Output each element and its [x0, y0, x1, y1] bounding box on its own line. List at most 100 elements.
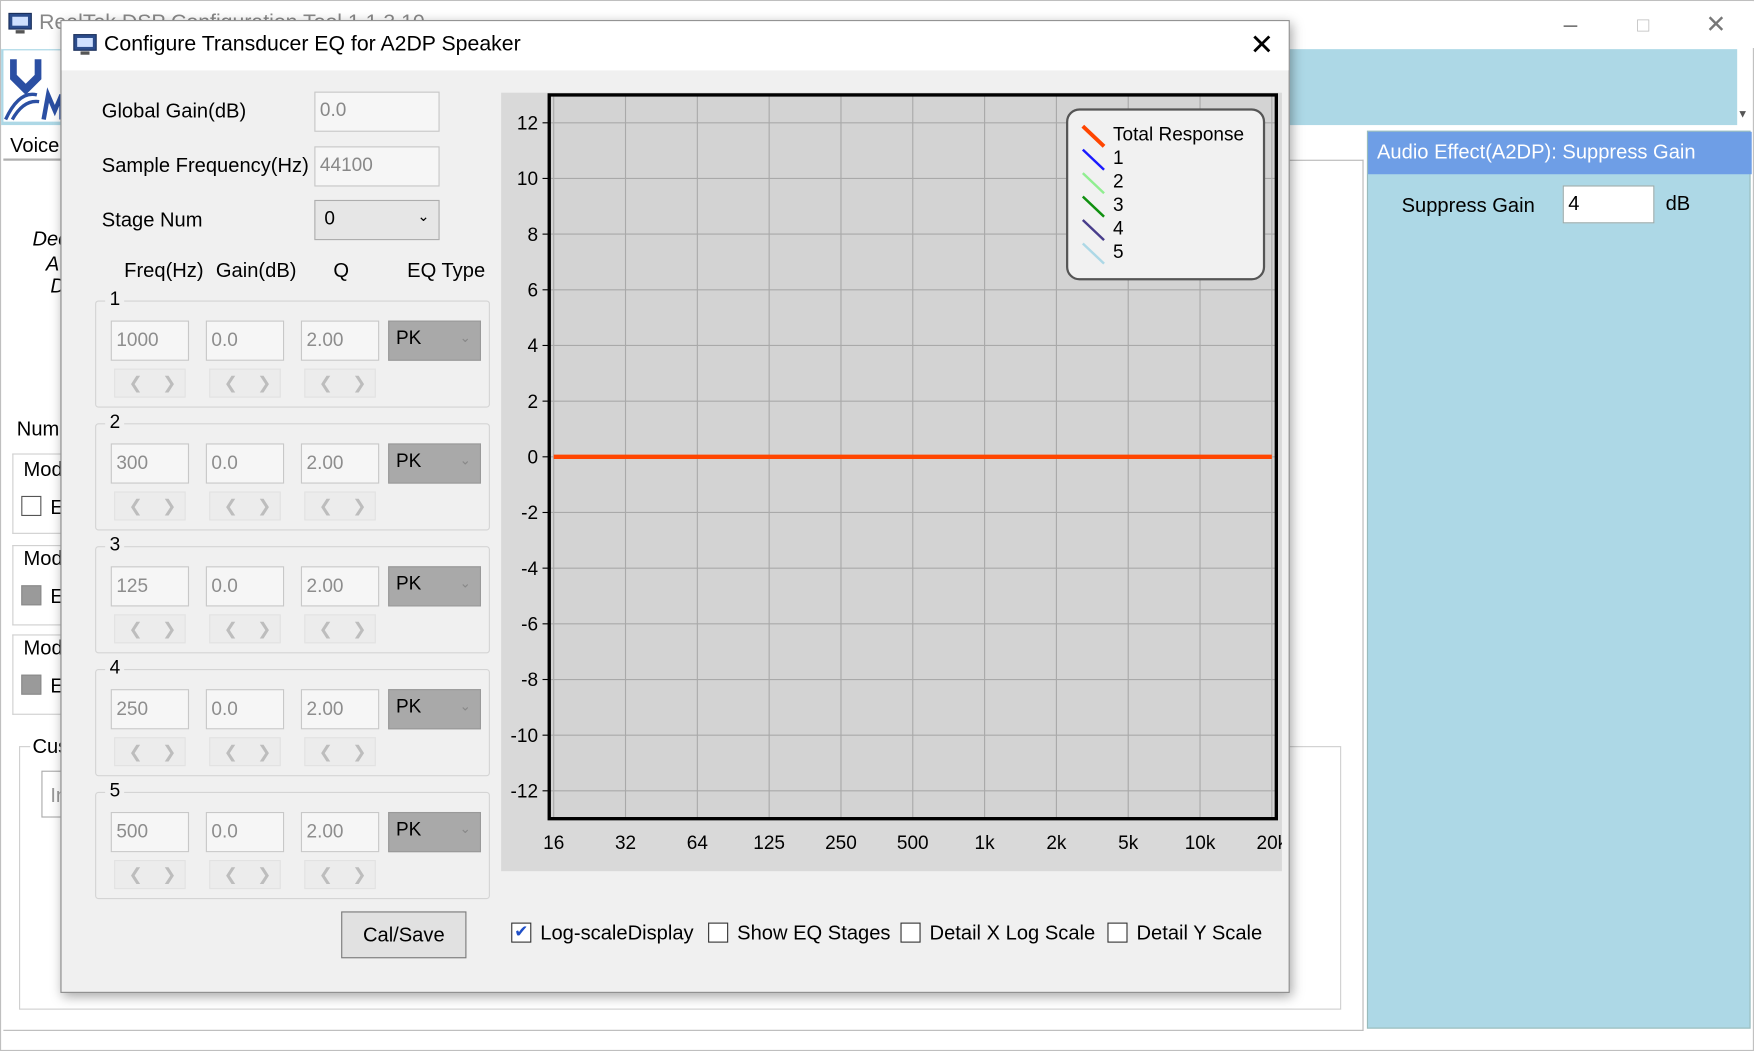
- chevron-right-icon[interactable]: ❯: [162, 864, 176, 885]
- mode-label-2: Mod: [23, 547, 63, 570]
- chevron-right-icon[interactable]: ❯: [352, 864, 366, 885]
- freq-stepper[interactable]: ❮ ❯: [114, 860, 186, 890]
- chevron-right-icon[interactable]: ❯: [352, 619, 366, 639]
- freq-stepper[interactable]: ❮ ❯: [114, 491, 186, 521]
- freq-field[interactable]: 500: [110, 811, 190, 853]
- chevron-down-icon: ⌄: [459, 820, 471, 837]
- gain-field[interactable]: 0.0: [205, 443, 285, 484]
- chevron-left-icon[interactable]: ❮: [224, 373, 238, 393]
- freq-field[interactable]: 1000: [110, 320, 190, 361]
- freq-field[interactable]: 300: [110, 443, 190, 484]
- minimize-icon[interactable]: –: [1554, 10, 1588, 39]
- cal-save-button[interactable]: Cal/Save: [341, 911, 467, 959]
- stage-num-select[interactable]: 0 ⌄: [314, 199, 440, 241]
- eq-type-select[interactable]: PK ⌄: [388, 689, 481, 730]
- q-stepper[interactable]: ❮ ❯: [304, 614, 376, 644]
- close-icon[interactable]: ✕: [1245, 30, 1279, 61]
- gain-stepper[interactable]: ❮ ❯: [209, 368, 281, 398]
- chevron-right-icon[interactable]: ❯: [352, 373, 366, 393]
- col-freq-header: Freq(Hz): [124, 259, 204, 282]
- gain-field[interactable]: 0.0: [205, 566, 285, 607]
- checkbox-box[interactable]: [708, 922, 729, 943]
- chevron-left-icon[interactable]: ❮: [129, 864, 143, 885]
- maximize-icon[interactable]: □: [1626, 10, 1660, 39]
- enable-checkbox-2[interactable]: [21, 585, 42, 606]
- q-stepper[interactable]: ❮ ❯: [304, 368, 376, 398]
- chevron-right-icon[interactable]: ❯: [257, 742, 271, 762]
- q-field[interactable]: 2.00: [300, 689, 380, 730]
- chevron-left-icon[interactable]: ❮: [224, 742, 238, 762]
- chevron-right-icon[interactable]: ❯: [352, 742, 366, 762]
- gain-field[interactable]: 0.0: [205, 689, 285, 730]
- global-gain-field[interactable]: 0.0: [314, 91, 440, 132]
- chevron-left-icon[interactable]: ❮: [224, 864, 238, 885]
- chevron-right-icon[interactable]: ❯: [257, 496, 271, 516]
- legend-swatch-line: [1081, 148, 1105, 171]
- gain-stepper[interactable]: ❮ ❯: [209, 491, 281, 521]
- y-tick-label: -10: [511, 726, 538, 747]
- freq-field[interactable]: 125: [110, 566, 190, 607]
- chevron-left-icon[interactable]: ❮: [129, 496, 143, 516]
- app-icon: [73, 34, 97, 55]
- y-tick-label: 10: [517, 169, 538, 190]
- gain-stepper[interactable]: ❮ ❯: [209, 737, 281, 767]
- chevron-right-icon[interactable]: ❯: [257, 373, 271, 393]
- chevron-left-icon[interactable]: ❮: [319, 864, 333, 885]
- chevron-left-icon[interactable]: ❮: [129, 742, 143, 762]
- chevron-right-icon[interactable]: ❯: [162, 742, 176, 762]
- y-tick-label: -2: [521, 503, 538, 524]
- chevron-left-icon[interactable]: ❮: [319, 619, 333, 639]
- sample-frequency-label: Sample Frequency(Hz): [101, 154, 309, 177]
- suppress-gain-input[interactable]: 4: [1562, 185, 1655, 224]
- scroll-down-icon[interactable]: ▼: [1737, 108, 1748, 120]
- chevron-left-icon[interactable]: ❮: [129, 373, 143, 393]
- x-tick-label: 125: [753, 833, 785, 854]
- chevron-right-icon[interactable]: ❯: [162, 619, 176, 639]
- checkbox-box[interactable]: [1107, 922, 1128, 943]
- chevron-left-icon[interactable]: ❮: [319, 742, 333, 762]
- enable-checkbox-3[interactable]: [21, 674, 42, 695]
- global-gain-label: Global Gain(dB): [101, 99, 247, 122]
- eq-type-select[interactable]: PK ⌄: [388, 320, 481, 361]
- chevron-left-icon[interactable]: ❮: [224, 496, 238, 516]
- q-stepper[interactable]: ❮ ❯: [304, 860, 376, 890]
- gain-stepper[interactable]: ❮ ❯: [209, 860, 281, 890]
- chart-legend: Total Response 1 2 3 4 5: [1066, 108, 1266, 281]
- gain-stepper[interactable]: ❮ ❯: [209, 614, 281, 644]
- gain-field[interactable]: 0.0: [205, 811, 285, 853]
- q-stepper[interactable]: ❮ ❯: [304, 737, 376, 767]
- eq-type-select[interactable]: PK ⌄: [388, 566, 481, 607]
- y-tick-label: 12: [517, 113, 538, 134]
- y-tick-label: -6: [521, 615, 538, 636]
- q-field[interactable]: 2.00: [300, 320, 380, 361]
- chevron-right-icon[interactable]: ❯: [257, 619, 271, 639]
- eq-type-select[interactable]: PK ⌄: [388, 443, 481, 484]
- chevron-right-icon[interactable]: ❯: [162, 373, 176, 393]
- q-stepper[interactable]: ❮ ❯: [304, 491, 376, 521]
- freq-field[interactable]: 250: [110, 689, 190, 730]
- chevron-right-icon[interactable]: ❯: [257, 864, 271, 885]
- audio-effect-header: Audio Effect(A2DP): Suppress Gain: [1368, 131, 1752, 175]
- close-icon[interactable]: ✕: [1699, 10, 1733, 39]
- enable-checkbox-1[interactable]: [21, 495, 42, 517]
- chevron-left-icon[interactable]: ❮: [129, 619, 143, 639]
- q-field[interactable]: 2.00: [300, 443, 380, 484]
- freq-stepper[interactable]: ❮ ❯: [114, 737, 186, 767]
- freq-stepper[interactable]: ❮ ❯: [114, 368, 186, 398]
- chevron-left-icon[interactable]: ❮: [319, 496, 333, 516]
- checkmark-icon[interactable]: ✔: [511, 922, 532, 943]
- audio-effect-panel: Audio Effect(A2DP): Suppress Gain Suppre…: [1366, 130, 1752, 1029]
- chevron-right-icon[interactable]: ❯: [352, 496, 366, 516]
- legend-swatch: [1081, 124, 1106, 148]
- checkbox-box[interactable]: [900, 922, 921, 943]
- stage-num-label: Stage Num: [101, 208, 203, 232]
- chevron-left-icon[interactable]: ❮: [224, 619, 238, 639]
- gain-field[interactable]: 0.0: [205, 320, 285, 361]
- chevron-right-icon[interactable]: ❯: [162, 496, 176, 516]
- eq-type-select[interactable]: PK ⌄: [388, 811, 481, 853]
- freq-stepper[interactable]: ❮ ❯: [114, 614, 186, 644]
- chevron-left-icon[interactable]: ❮: [319, 373, 333, 393]
- q-field[interactable]: 2.00: [300, 566, 380, 607]
- sample-frequency-field[interactable]: 44100: [314, 146, 440, 187]
- q-field[interactable]: 2.00: [300, 811, 380, 853]
